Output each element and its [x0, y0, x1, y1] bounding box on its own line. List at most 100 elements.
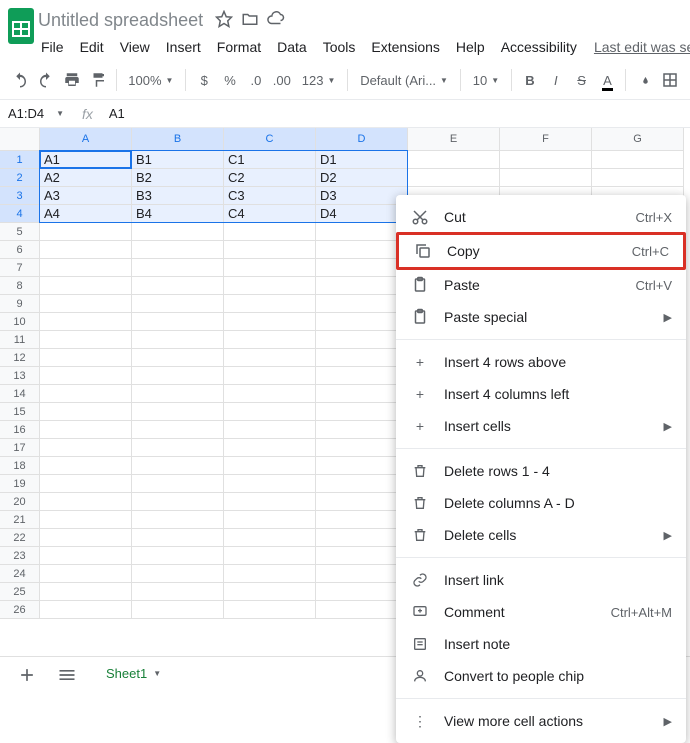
row-header-12[interactable]: 12: [0, 349, 40, 367]
cell[interactable]: C1: [224, 151, 316, 169]
cell[interactable]: [224, 565, 316, 583]
cell[interactable]: [132, 457, 224, 475]
row-header-1[interactable]: 1: [0, 151, 40, 169]
cell[interactable]: C3: [224, 187, 316, 205]
ctx-insert-note[interactable]: Insert note: [396, 628, 686, 660]
cell[interactable]: [500, 169, 592, 187]
cell[interactable]: [40, 529, 132, 547]
row-header-18[interactable]: 18: [0, 457, 40, 475]
row-header-3[interactable]: 3: [0, 187, 40, 205]
row-header-20[interactable]: 20: [0, 493, 40, 511]
cell[interactable]: D4: [316, 205, 408, 223]
cell[interactable]: D2: [316, 169, 408, 187]
cell[interactable]: [224, 457, 316, 475]
row-header-7[interactable]: 7: [0, 259, 40, 277]
row-header-16[interactable]: 16: [0, 421, 40, 439]
ctx-insert-rows[interactable]: + Insert 4 rows above: [396, 346, 686, 378]
cell[interactable]: [132, 223, 224, 241]
cell[interactable]: [316, 421, 408, 439]
cell[interactable]: [224, 493, 316, 511]
name-box[interactable]: A1:D4▼: [0, 106, 72, 121]
increase-decimal-button[interactable]: .00: [270, 65, 294, 95]
cell[interactable]: [40, 439, 132, 457]
col-header-B[interactable]: B: [132, 128, 224, 151]
cell[interactable]: [132, 385, 224, 403]
cell[interactable]: [316, 349, 408, 367]
cell[interactable]: [316, 241, 408, 259]
cell[interactable]: [132, 313, 224, 331]
cell[interactable]: [132, 241, 224, 259]
ctx-insert-link[interactable]: Insert link: [396, 564, 686, 596]
cell[interactable]: [132, 583, 224, 601]
font-dropdown[interactable]: Default (Ari...▼: [354, 66, 454, 94]
cell[interactable]: [316, 439, 408, 457]
cell[interactable]: [132, 331, 224, 349]
ctx-copy[interactable]: Copy Ctrl+C: [399, 235, 683, 267]
more-formats-dropdown[interactable]: 123▼: [296, 66, 342, 94]
cell[interactable]: [316, 457, 408, 475]
cell[interactable]: [316, 385, 408, 403]
col-header-E[interactable]: E: [408, 128, 500, 151]
italic-button[interactable]: I: [544, 65, 568, 95]
cell[interactable]: [40, 313, 132, 331]
ctx-comment[interactable]: Comment Ctrl+Alt+M: [396, 596, 686, 628]
cell[interactable]: [224, 601, 316, 619]
cell[interactable]: [224, 403, 316, 421]
cell[interactable]: B3: [132, 187, 224, 205]
bold-button[interactable]: B: [518, 65, 542, 95]
all-sheets-button[interactable]: [52, 660, 82, 690]
ctx-insert-cells[interactable]: + Insert cells ▶: [396, 410, 686, 442]
row-header-11[interactable]: 11: [0, 331, 40, 349]
format-currency-button[interactable]: $: [192, 65, 216, 95]
row-header-15[interactable]: 15: [0, 403, 40, 421]
cell[interactable]: [40, 457, 132, 475]
cell[interactable]: [316, 511, 408, 529]
cell[interactable]: [316, 475, 408, 493]
move-folder-icon[interactable]: [241, 10, 259, 31]
zoom-dropdown[interactable]: 100%▼: [122, 66, 179, 94]
cell[interactable]: [40, 277, 132, 295]
cell[interactable]: [132, 367, 224, 385]
menu-insert[interactable]: Insert: [159, 35, 208, 59]
row-header-19[interactable]: 19: [0, 475, 40, 493]
select-all-corner[interactable]: [0, 128, 40, 151]
cell[interactable]: [316, 295, 408, 313]
cell[interactable]: [40, 475, 132, 493]
cell[interactable]: D3: [316, 187, 408, 205]
menu-tools[interactable]: Tools: [316, 35, 363, 59]
col-header-D[interactable]: D: [316, 128, 408, 151]
cell[interactable]: [224, 295, 316, 313]
cell[interactable]: [40, 583, 132, 601]
ctx-more-actions[interactable]: ⋮ View more cell actions ▶: [396, 705, 686, 737]
cell[interactable]: A3: [40, 187, 132, 205]
cell[interactable]: D1: [316, 151, 408, 169]
print-button[interactable]: [60, 65, 84, 95]
cell[interactable]: [316, 277, 408, 295]
cell[interactable]: A1: [40, 151, 132, 169]
col-header-G[interactable]: G: [592, 128, 684, 151]
cell[interactable]: [224, 547, 316, 565]
cell[interactable]: [224, 367, 316, 385]
sheet-tab[interactable]: Sheet1 ▼: [92, 658, 175, 692]
row-header-25[interactable]: 25: [0, 583, 40, 601]
cell[interactable]: [316, 493, 408, 511]
strikethrough-button[interactable]: S: [570, 65, 594, 95]
menu-help[interactable]: Help: [449, 35, 492, 59]
menu-view[interactable]: View: [113, 35, 157, 59]
row-header-6[interactable]: 6: [0, 241, 40, 259]
font-size-dropdown[interactable]: 10▼: [467, 66, 505, 94]
cell[interactable]: [316, 331, 408, 349]
last-edit-link[interactable]: Last edit was second: [594, 39, 690, 55]
row-header-23[interactable]: 23: [0, 547, 40, 565]
cell[interactable]: [40, 385, 132, 403]
row-header-26[interactable]: 26: [0, 601, 40, 619]
paint-format-button[interactable]: [86, 65, 110, 95]
cell[interactable]: [316, 601, 408, 619]
cell[interactable]: [224, 385, 316, 403]
row-header-2[interactable]: 2: [0, 169, 40, 187]
cell[interactable]: [40, 349, 132, 367]
cell[interactable]: [40, 493, 132, 511]
cell[interactable]: [316, 403, 408, 421]
ctx-delete-cols[interactable]: Delete columns A - D: [396, 487, 686, 519]
menu-data[interactable]: Data: [270, 35, 314, 59]
